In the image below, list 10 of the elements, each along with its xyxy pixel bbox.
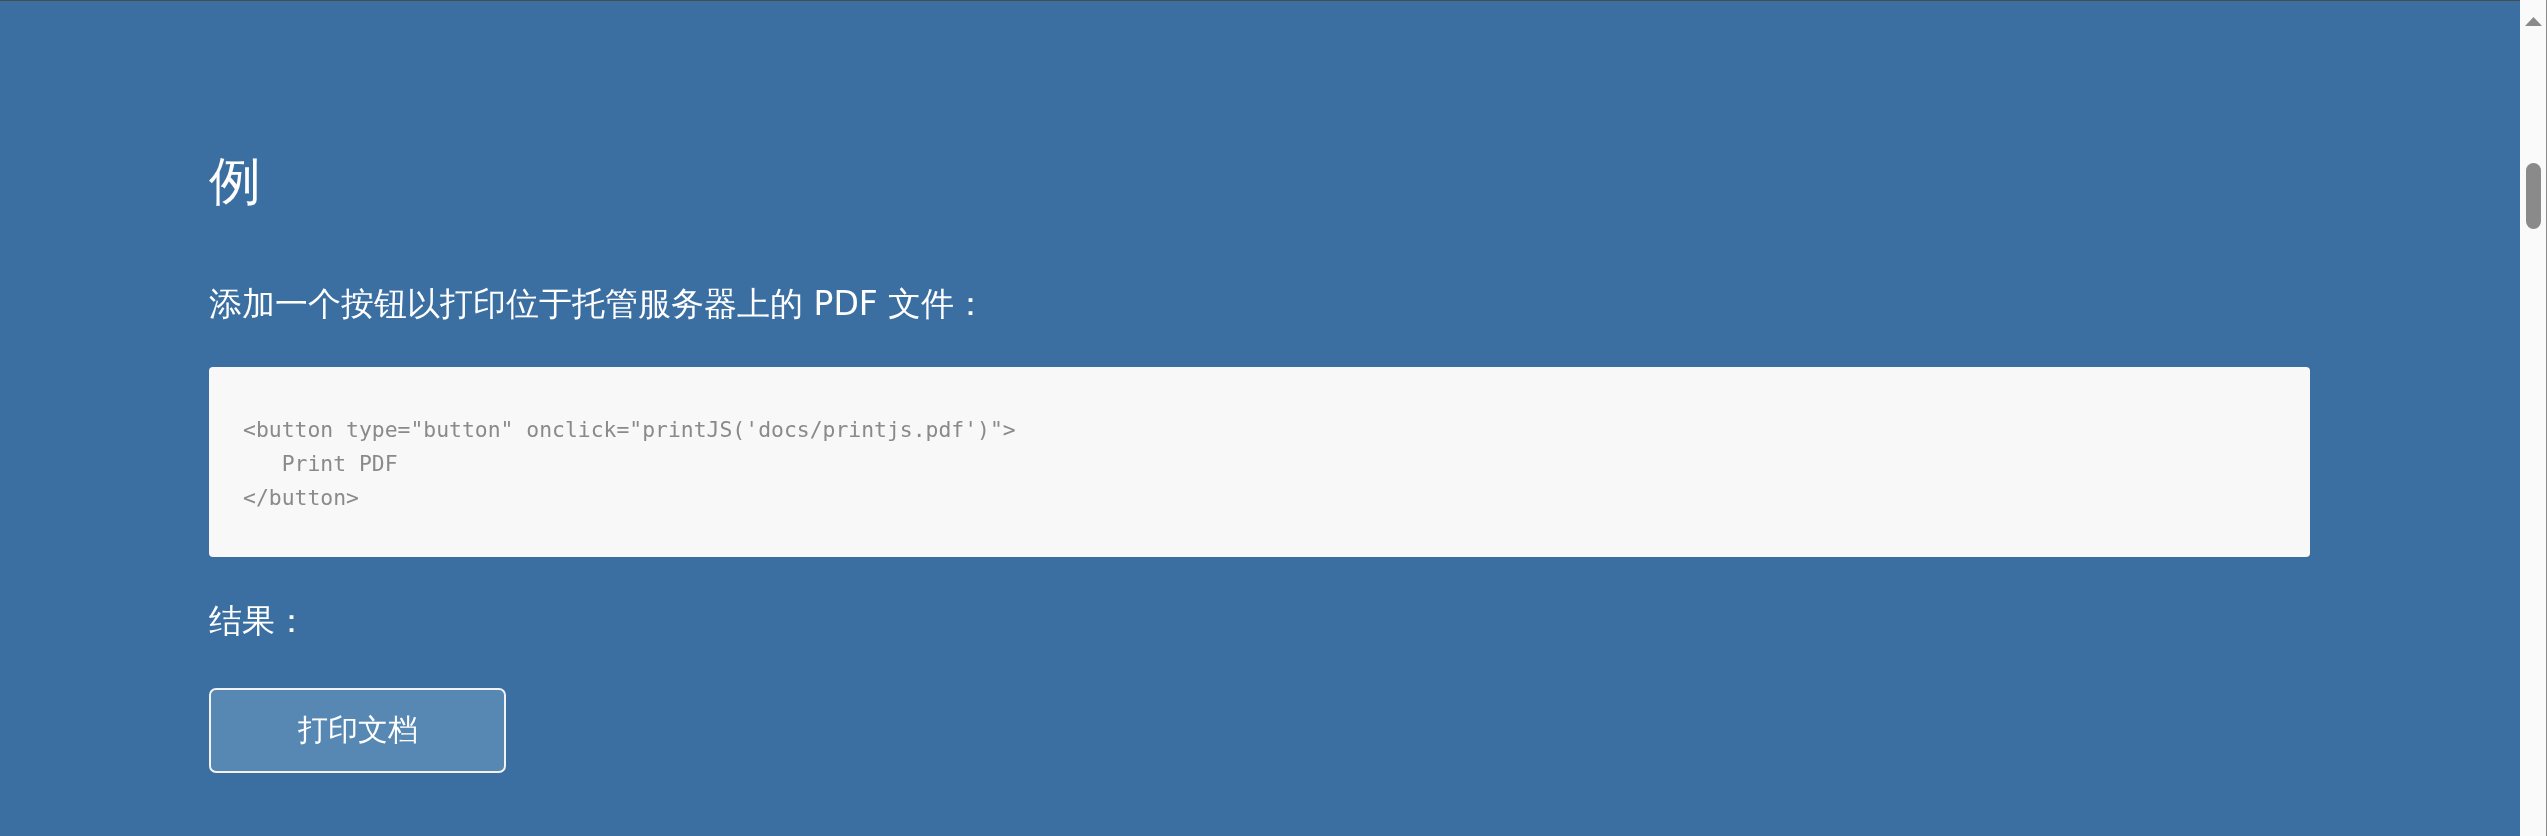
intro-text: 添加一个按钮以打印位于托管服务器上的 PDF 文件： <box>209 283 988 325</box>
code-line: Print PDF <box>280 450 398 478</box>
result-label: 结果： <box>209 600 308 642</box>
code-line: </button> <box>243 484 359 512</box>
code-line: <button type="button" onclick="printJS('docs/printjs.pdf')"> <box>243 416 1016 444</box>
scrollbar-thumb[interactable] <box>2525 163 2541 229</box>
section-heading: 例 <box>209 150 261 212</box>
print-document-button[interactable]: 打印文档 <box>209 688 506 773</box>
scrollbar-track[interactable] <box>2520 0 2547 836</box>
scroll-up-arrow-icon[interactable] <box>2524 17 2542 26</box>
